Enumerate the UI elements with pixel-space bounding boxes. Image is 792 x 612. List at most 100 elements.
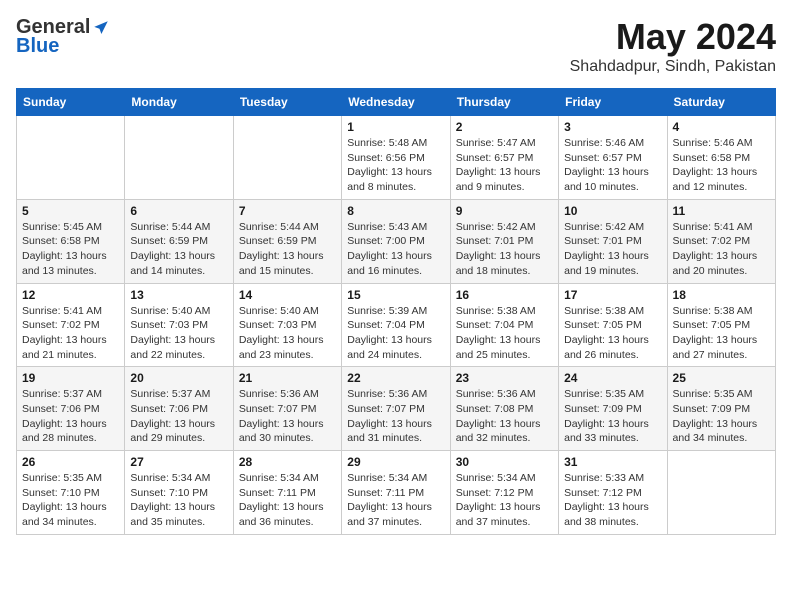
calendar-table: SundayMondayTuesdayWednesdayThursdayFrid… bbox=[16, 88, 776, 535]
day-cell: 7Sunrise: 5:44 AMSunset: 6:59 PMDaylight… bbox=[233, 199, 341, 283]
day-number: 15 bbox=[347, 288, 444, 302]
day-number: 7 bbox=[239, 204, 336, 218]
day-info: Sunrise: 5:35 AMSunset: 7:09 PMDaylight:… bbox=[673, 387, 770, 446]
day-cell: 21 Sunrise: 5:36 AMSunset: 7:07 PMDayligh… bbox=[233, 367, 341, 451]
day-number: 24 bbox=[564, 371, 661, 385]
day-number: 20 bbox=[130, 371, 227, 385]
day-header-monday: Monday bbox=[125, 89, 233, 116]
day-number: 27 bbox=[130, 455, 227, 469]
day-cell: 28 Sunrise: 5:34 AMSunset: 7:11 PMDayligh… bbox=[233, 451, 341, 535]
day-cell: 29Sunrise: 5:34 AMSunset: 7:11 PMDayligh… bbox=[342, 451, 450, 535]
header-row: SundayMondayTuesdayWednesdayThursdayFrid… bbox=[17, 89, 776, 116]
day-info: Sunrise: 5:40 AMSunset: 7:03 PMDaylight:… bbox=[130, 304, 227, 363]
day-number: 30 bbox=[456, 455, 553, 469]
day-header-friday: Friday bbox=[559, 89, 667, 116]
day-cell: 8Sunrise: 5:43 AMSunset: 7:00 PMDaylight… bbox=[342, 199, 450, 283]
logo: General Blue bbox=[16, 16, 110, 58]
calendar-title: May 2024 bbox=[570, 16, 776, 58]
day-info: Sunrise: 5:34 AMSunset: 7:11 PMDaylight:… bbox=[239, 471, 336, 530]
day-info: Sunrise: 5:34 AMSunset: 7:10 PMDaylight:… bbox=[130, 471, 227, 530]
day-number: 5 bbox=[22, 204, 119, 218]
day-number: 6 bbox=[130, 204, 227, 218]
day-info: Sunrise: 5:34 AMSunset: 7:11 PMDaylight:… bbox=[347, 471, 444, 530]
day-number: 1 bbox=[347, 120, 444, 134]
page-header: General Blue May 2024 Shahdadpur, Sindh,… bbox=[16, 16, 776, 76]
logo-blue-text: Blue bbox=[16, 35, 59, 58]
day-number: 31 bbox=[564, 455, 661, 469]
day-cell: 14Sunrise: 5:40 AMSunset: 7:03 PMDayligh… bbox=[233, 283, 341, 367]
day-info: Sunrise: 5:45 AMSunset: 6:58 PMDaylight:… bbox=[22, 220, 119, 279]
day-cell: 30 Sunrise: 5:34 AMSunset: 7:12 PMDayligh… bbox=[450, 451, 558, 535]
day-number: 16 bbox=[456, 288, 553, 302]
day-info: Sunrise: 5:41 AMSunset: 7:02 PMDaylight:… bbox=[22, 304, 119, 363]
calendar-subtitle: Shahdadpur, Sindh, Pakistan bbox=[570, 58, 776, 76]
day-number: 26 bbox=[22, 455, 119, 469]
day-info: Sunrise: 5:41 AMSunset: 7:02 PMDaylight:… bbox=[673, 220, 770, 279]
day-number: 18 bbox=[673, 288, 770, 302]
day-number: 8 bbox=[347, 204, 444, 218]
calendar-body: 1 Sunrise: 5:48 AMSunset: 6:56 PMDaylight… bbox=[17, 116, 776, 535]
day-header-wednesday: Wednesday bbox=[342, 89, 450, 116]
day-cell: 23 Sunrise: 5:36 AMSunset: 7:08 PMDayligh… bbox=[450, 367, 558, 451]
day-info: Sunrise: 5:33 AMSunset: 7:12 PMDaylight:… bbox=[564, 471, 661, 530]
day-info: Sunrise: 5:38 AMSunset: 7:04 PMDaylight:… bbox=[456, 304, 553, 363]
day-number: 13 bbox=[130, 288, 227, 302]
day-cell: 12 Sunrise: 5:41 AMSunset: 7:02 PMDayligh… bbox=[17, 283, 125, 367]
day-number: 21 bbox=[239, 371, 336, 385]
day-number: 23 bbox=[456, 371, 553, 385]
day-cell: 19Sunrise: 5:37 AMSunset: 7:06 PMDayligh… bbox=[17, 367, 125, 451]
day-number: 9 bbox=[456, 204, 553, 218]
day-info: Sunrise: 5:35 AMSunset: 7:09 PMDaylight:… bbox=[564, 387, 661, 446]
day-cell: 4Sunrise: 5:46 AMSunset: 6:58 PMDaylight… bbox=[667, 116, 775, 200]
day-number: 10 bbox=[564, 204, 661, 218]
day-number: 17 bbox=[564, 288, 661, 302]
day-info: Sunrise: 5:38 AMSunset: 7:05 PMDaylight:… bbox=[673, 304, 770, 363]
day-cell: 3Sunrise: 5:46 AMSunset: 6:57 PMDaylight… bbox=[559, 116, 667, 200]
day-number: 28 bbox=[239, 455, 336, 469]
week-row-1: 1 Sunrise: 5:48 AMSunset: 6:56 PMDaylight… bbox=[17, 116, 776, 200]
day-info: Sunrise: 5:37 AMSunset: 7:06 PMDaylight:… bbox=[22, 387, 119, 446]
day-cell bbox=[233, 116, 341, 200]
day-info: Sunrise: 5:46 AMSunset: 6:58 PMDaylight:… bbox=[673, 136, 770, 195]
title-block: May 2024 Shahdadpur, Sindh, Pakistan bbox=[570, 16, 776, 76]
day-number: 11 bbox=[673, 204, 770, 218]
day-cell: 6 Sunrise: 5:44 AMSunset: 6:59 PMDaylight… bbox=[125, 199, 233, 283]
day-cell bbox=[125, 116, 233, 200]
calendar-header: SundayMondayTuesdayWednesdayThursdayFrid… bbox=[17, 89, 776, 116]
day-info: Sunrise: 5:38 AMSunset: 7:05 PMDaylight:… bbox=[564, 304, 661, 363]
day-info: Sunrise: 5:39 AMSunset: 7:04 PMDaylight:… bbox=[347, 304, 444, 363]
day-number: 25 bbox=[673, 371, 770, 385]
day-info: Sunrise: 5:47 AMSunset: 6:57 PMDaylight:… bbox=[456, 136, 553, 195]
day-info: Sunrise: 5:42 AMSunset: 7:01 PMDaylight:… bbox=[456, 220, 553, 279]
day-cell: 16 Sunrise: 5:38 AMSunset: 7:04 PMDayligh… bbox=[450, 283, 558, 367]
day-cell bbox=[667, 451, 775, 535]
day-info: Sunrise: 5:48 AMSunset: 6:56 PMDaylight:… bbox=[347, 136, 444, 195]
day-info: Sunrise: 5:37 AMSunset: 7:06 PMDaylight:… bbox=[130, 387, 227, 446]
day-header-saturday: Saturday bbox=[667, 89, 775, 116]
day-info: Sunrise: 5:34 AMSunset: 7:12 PMDaylight:… bbox=[456, 471, 553, 530]
day-cell: 27 Sunrise: 5:34 AMSunset: 7:10 PMDayligh… bbox=[125, 451, 233, 535]
day-info: Sunrise: 5:36 AMSunset: 7:08 PMDaylight:… bbox=[456, 387, 553, 446]
day-number: 2 bbox=[456, 120, 553, 134]
day-number: 12 bbox=[22, 288, 119, 302]
day-cell: 25 Sunrise: 5:35 AMSunset: 7:09 PMDayligh… bbox=[667, 367, 775, 451]
day-cell: 1 Sunrise: 5:48 AMSunset: 6:56 PMDaylight… bbox=[342, 116, 450, 200]
day-cell: 2 Sunrise: 5:47 AMSunset: 6:57 PMDaylight… bbox=[450, 116, 558, 200]
week-row-5: 26 Sunrise: 5:35 AMSunset: 7:10 PMDayligh… bbox=[17, 451, 776, 535]
day-cell: 31 Sunrise: 5:33 AMSunset: 7:12 PMDayligh… bbox=[559, 451, 667, 535]
week-row-3: 12 Sunrise: 5:41 AMSunset: 7:02 PMDayligh… bbox=[17, 283, 776, 367]
day-cell: 20 Sunrise: 5:37 AMSunset: 7:06 PMDayligh… bbox=[125, 367, 233, 451]
day-header-sunday: Sunday bbox=[17, 89, 125, 116]
day-header-tuesday: Tuesday bbox=[233, 89, 341, 116]
day-cell: 15 Sunrise: 5:39 AMSunset: 7:04 PMDayligh… bbox=[342, 283, 450, 367]
day-cell: 10Sunrise: 5:42 AMSunset: 7:01 PMDayligh… bbox=[559, 199, 667, 283]
day-cell: 5 Sunrise: 5:45 AMSunset: 6:58 PMDaylight… bbox=[17, 199, 125, 283]
day-info: Sunrise: 5:35 AMSunset: 7:10 PMDaylight:… bbox=[22, 471, 119, 530]
day-info: Sunrise: 5:44 AMSunset: 6:59 PMDaylight:… bbox=[130, 220, 227, 279]
week-row-4: 19Sunrise: 5:37 AMSunset: 7:06 PMDayligh… bbox=[17, 367, 776, 451]
day-cell: 24 Sunrise: 5:35 AMSunset: 7:09 PMDayligh… bbox=[559, 367, 667, 451]
day-number: 14 bbox=[239, 288, 336, 302]
day-info: Sunrise: 5:36 AMSunset: 7:07 PMDaylight:… bbox=[239, 387, 336, 446]
day-cell bbox=[17, 116, 125, 200]
day-cell: 17 Sunrise: 5:38 AMSunset: 7:05 PMDayligh… bbox=[559, 283, 667, 367]
